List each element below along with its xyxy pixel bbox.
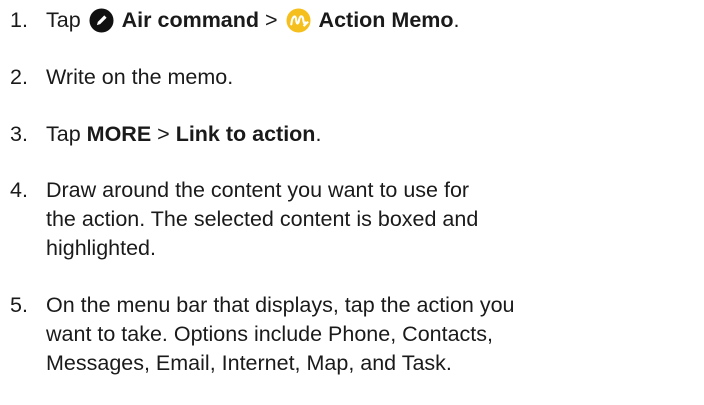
instruction-list: 1. Tap Air command > Action Memo. 2. Wri… bbox=[0, 0, 704, 405]
step-text-prefix: Tap bbox=[46, 8, 81, 32]
step-line: Draw around the content you want to use … bbox=[46, 178, 470, 202]
step-text: Tap MORE > Link to action. bbox=[46, 120, 696, 149]
separator: > bbox=[157, 122, 170, 146]
step-number: 1. bbox=[10, 8, 28, 32]
separator: > bbox=[265, 8, 278, 32]
period: . bbox=[315, 122, 322, 146]
action-memo-label: Action Memo bbox=[318, 8, 454, 32]
step-text-prefix: Tap bbox=[46, 122, 81, 146]
step-line: want to take. Options include Phone, Con… bbox=[46, 322, 493, 346]
step-line: Messages, Email, Internet, Map, and Task… bbox=[46, 351, 452, 375]
step-line: On the menu bar that displays, tap the a… bbox=[46, 293, 515, 317]
step-number: 5. bbox=[10, 293, 28, 317]
step-text: On the menu bar that displays, tap the a… bbox=[46, 291, 696, 378]
step-number: 3. bbox=[10, 122, 28, 146]
step-number: 4. bbox=[10, 178, 28, 202]
step-line: the action. The selected content is boxe… bbox=[46, 207, 479, 231]
step-text: Tap Air command > Action Memo. bbox=[46, 6, 696, 41]
step-text: Draw around the content you want to use … bbox=[46, 176, 696, 263]
action-memo-icon bbox=[286, 8, 311, 41]
link-to-action-label: Link to action bbox=[175, 122, 316, 146]
air-command-icon bbox=[89, 8, 114, 41]
more-label: MORE bbox=[86, 122, 152, 146]
period: . bbox=[453, 8, 460, 32]
step-line: highlighted. bbox=[46, 236, 156, 260]
step-number: 2. bbox=[10, 65, 28, 89]
step-text: Write on the memo. bbox=[46, 65, 234, 89]
air-command-label: Air command bbox=[121, 8, 260, 32]
